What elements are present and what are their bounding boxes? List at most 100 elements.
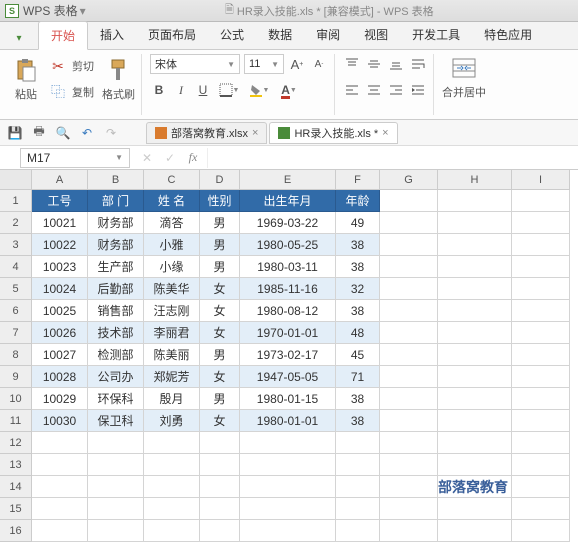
cell[interactable] <box>336 498 380 520</box>
row-header[interactable]: 4 <box>0 256 32 278</box>
cell[interactable] <box>438 300 512 322</box>
cell[interactable]: 检测部 <box>88 344 144 366</box>
cell[interactable]: 49 <box>336 212 380 234</box>
cell[interactable]: 1947-05-05 <box>240 366 336 388</box>
cell[interactable]: 10029 <box>32 388 88 410</box>
cell[interactable] <box>512 454 570 476</box>
cell[interactable]: 45 <box>336 344 380 366</box>
cell[interactable] <box>512 300 570 322</box>
align-bottom-button[interactable] <box>387 54 405 74</box>
cell[interactable]: 汪志刚 <box>144 300 200 322</box>
doc-tab-1[interactable]: HR录入技能.xls *× <box>269 122 397 144</box>
cell[interactable]: 女 <box>200 366 240 388</box>
cell[interactable] <box>438 388 512 410</box>
cell[interactable] <box>512 476 570 498</box>
cell[interactable]: 10027 <box>32 344 88 366</box>
table-header-cell[interactable] <box>438 190 512 212</box>
row-header[interactable]: 14 <box>0 476 32 498</box>
cell[interactable]: 1970-01-01 <box>240 322 336 344</box>
cell[interactable] <box>200 476 240 498</box>
formula-input[interactable] <box>207 148 578 168</box>
cell[interactable]: 男 <box>200 344 240 366</box>
cell[interactable]: 38 <box>336 388 380 410</box>
cell[interactable]: 10024 <box>32 278 88 300</box>
table-header-cell[interactable]: 部 门 <box>88 190 144 212</box>
cell[interactable]: 10026 <box>32 322 88 344</box>
cell[interactable] <box>438 454 512 476</box>
cell[interactable]: 李丽君 <box>144 322 200 344</box>
cell[interactable] <box>336 432 380 454</box>
app-dropdown-icon[interactable]: ▾ <box>80 4 86 18</box>
cell[interactable]: 10023 <box>32 256 88 278</box>
cell[interactable]: 10021 <box>32 212 88 234</box>
underline-button[interactable]: U <box>194 80 212 100</box>
cell[interactable]: 滴答 <box>144 212 200 234</box>
cell[interactable]: 女 <box>200 278 240 300</box>
cell[interactable]: 1980-03-11 <box>240 256 336 278</box>
table-header-cell[interactable]: 工号 <box>32 190 88 212</box>
cell[interactable] <box>380 212 438 234</box>
cell[interactable] <box>438 366 512 388</box>
cell[interactable] <box>200 520 240 542</box>
cell[interactable]: 38 <box>336 410 380 432</box>
cell[interactable] <box>144 498 200 520</box>
cell[interactable] <box>240 454 336 476</box>
row-header[interactable]: 12 <box>0 432 32 454</box>
cell[interactable]: 10025 <box>32 300 88 322</box>
align-center-button[interactable] <box>365 80 383 100</box>
cell[interactable]: 后勤部 <box>88 278 144 300</box>
cell[interactable]: 48 <box>336 322 380 344</box>
decrease-font-button[interactable]: A- <box>310 54 328 74</box>
cell[interactable] <box>512 278 570 300</box>
cell[interactable]: 女 <box>200 322 240 344</box>
font-size-select[interactable]: 11▼ <box>244 54 284 74</box>
save-icon[interactable]: 💾 <box>6 124 24 142</box>
cell[interactable]: 1985-11-16 <box>240 278 336 300</box>
cell[interactable] <box>512 256 570 278</box>
cell[interactable] <box>88 476 144 498</box>
cell[interactable]: 公司办 <box>88 366 144 388</box>
cell[interactable] <box>380 234 438 256</box>
column-header[interactable]: I <box>512 170 570 190</box>
cell[interactable] <box>88 432 144 454</box>
cell[interactable]: 财务部 <box>88 234 144 256</box>
row-header[interactable]: 5 <box>0 278 32 300</box>
row-header[interactable]: 8 <box>0 344 32 366</box>
cell[interactable] <box>240 432 336 454</box>
cell[interactable] <box>32 520 88 542</box>
cell[interactable] <box>438 322 512 344</box>
column-header[interactable]: A <box>32 170 88 190</box>
align-top-button[interactable] <box>343 54 361 74</box>
name-box[interactable]: M17▼ <box>20 148 130 168</box>
cell[interactable] <box>336 476 380 498</box>
row-header[interactable]: 2 <box>0 212 32 234</box>
indent-button[interactable] <box>409 80 427 100</box>
merge-center-button[interactable]: 合并居中 <box>442 54 486 100</box>
cell[interactable] <box>512 410 570 432</box>
cell[interactable] <box>88 454 144 476</box>
table-header-cell[interactable]: 性别 <box>200 190 240 212</box>
fill-color-button[interactable]: ▼ <box>246 80 272 100</box>
select-all-corner[interactable] <box>0 170 32 190</box>
paste-button[interactable]: 粘贴 <box>12 56 40 102</box>
cell[interactable] <box>512 388 570 410</box>
cell[interactable]: 男 <box>200 388 240 410</box>
cell[interactable] <box>512 366 570 388</box>
align-left-button[interactable] <box>343 80 361 100</box>
align-middle-button[interactable] <box>365 54 383 74</box>
table-header-cell[interactable] <box>380 190 438 212</box>
cell[interactable]: 小雅 <box>144 234 200 256</box>
menu-tab-7[interactable]: 开发工具 <box>400 21 472 49</box>
increase-font-button[interactable]: A+ <box>288 54 306 74</box>
column-header[interactable]: G <box>380 170 438 190</box>
cell[interactable] <box>200 454 240 476</box>
cell[interactable]: 38 <box>336 234 380 256</box>
cell[interactable] <box>144 476 200 498</box>
cell[interactable]: 陈美华 <box>144 278 200 300</box>
font-color-button[interactable]: A▼ <box>276 80 302 100</box>
cell[interactable] <box>88 520 144 542</box>
cell[interactable]: 71 <box>336 366 380 388</box>
cell[interactable] <box>380 498 438 520</box>
column-header[interactable]: F <box>336 170 380 190</box>
column-header[interactable]: C <box>144 170 200 190</box>
